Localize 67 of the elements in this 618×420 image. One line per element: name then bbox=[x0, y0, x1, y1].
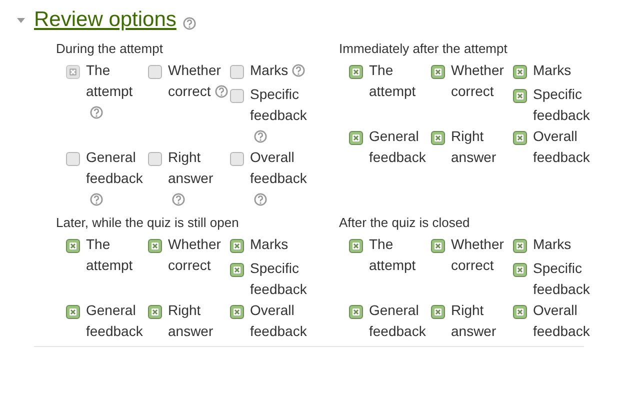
group-title: After the quiz is closed bbox=[339, 214, 471, 232]
checkbox-label: Specific feedback bbox=[533, 260, 590, 296]
checkbox-label: Right answer bbox=[451, 128, 496, 164]
checkbox-label: Whether correct bbox=[168, 62, 221, 98]
checkbox-label: Whether correct bbox=[168, 236, 221, 272]
checkbox[interactable] bbox=[230, 262, 244, 276]
checkbox[interactable] bbox=[66, 238, 80, 252]
help-icon[interactable] bbox=[172, 193, 185, 206]
checkbox[interactable] bbox=[148, 152, 162, 166]
checkbox-label: Marks bbox=[250, 236, 288, 252]
checkbox[interactable] bbox=[230, 304, 244, 318]
checkbox-label: The attempt bbox=[369, 62, 416, 98]
checkbox[interactable] bbox=[513, 88, 527, 102]
help-icon[interactable] bbox=[183, 17, 196, 30]
checkbox-label: The attempt bbox=[369, 236, 416, 272]
help-icon[interactable] bbox=[254, 130, 267, 144]
checkbox[interactable] bbox=[148, 238, 162, 252]
group-title: Immediately after the attempt bbox=[339, 40, 508, 58]
checkbox-label: Specific feedback bbox=[533, 86, 590, 122]
checkbox[interactable] bbox=[349, 304, 363, 318]
checkbox[interactable] bbox=[349, 238, 363, 252]
checkbox-label: General feedback bbox=[86, 148, 143, 186]
checkbox[interactable] bbox=[230, 64, 244, 78]
checkbox[interactable] bbox=[431, 238, 445, 252]
checkbox-label: The attempt bbox=[86, 236, 133, 272]
checkbox-label: Marks bbox=[533, 62, 572, 78]
checkbox-label: Right answer bbox=[168, 148, 214, 186]
help-icon[interactable] bbox=[214, 85, 228, 98]
checkbox[interactable] bbox=[148, 304, 162, 318]
checkbox-label: Marks bbox=[250, 62, 288, 78]
checkbox[interactable] bbox=[513, 238, 527, 252]
checkbox[interactable] bbox=[66, 152, 80, 166]
checkbox[interactable] bbox=[431, 304, 445, 318]
checkbox-label: General feedback bbox=[369, 302, 426, 338]
help-icon[interactable] bbox=[292, 64, 306, 78]
checkbox[interactable] bbox=[66, 304, 80, 318]
checkbox[interactable] bbox=[513, 130, 527, 144]
checkbox[interactable] bbox=[431, 64, 445, 78]
checkbox-label: The attempt bbox=[86, 62, 133, 98]
group-title: During the attempt bbox=[56, 40, 164, 58]
checkbox-label: General feedback bbox=[369, 128, 426, 164]
checkbox-label: Whether correct bbox=[451, 62, 504, 98]
checkbox[interactable] bbox=[148, 64, 162, 78]
help-icon[interactable] bbox=[254, 193, 267, 206]
checkbox-label: Right answer bbox=[451, 302, 496, 338]
checkbox[interactable] bbox=[230, 88, 244, 102]
checkbox-label: Specific feedback bbox=[250, 86, 307, 122]
group-title: Later, while the quiz is still open bbox=[56, 214, 240, 232]
checkbox-label: Overall feedback bbox=[250, 302, 307, 338]
checkbox[interactable] bbox=[513, 262, 527, 276]
checkbox[interactable] bbox=[431, 130, 445, 144]
checkbox[interactable] bbox=[349, 64, 363, 78]
help-icon[interactable] bbox=[90, 193, 103, 206]
checkbox-label: Overall feedback bbox=[533, 128, 590, 164]
checkbox-label: Overall feedback bbox=[250, 148, 307, 186]
checkbox[interactable] bbox=[230, 238, 244, 252]
checkbox[interactable] bbox=[230, 152, 244, 166]
checkbox[interactable] bbox=[513, 304, 527, 318]
checkbox[interactable] bbox=[349, 130, 363, 144]
checkbox[interactable] bbox=[513, 64, 527, 78]
checkbox-label: Overall feedback bbox=[533, 302, 590, 338]
checkbox-label: General feedback bbox=[86, 302, 143, 338]
checkbox-label: Specific feedback bbox=[250, 260, 307, 296]
checkbox-label: Marks bbox=[533, 236, 572, 252]
checkbox-label: Whether correct bbox=[451, 236, 504, 272]
section-title[interactable]: Review options bbox=[34, 4, 176, 36]
checkbox-label: Right answer bbox=[168, 302, 214, 338]
